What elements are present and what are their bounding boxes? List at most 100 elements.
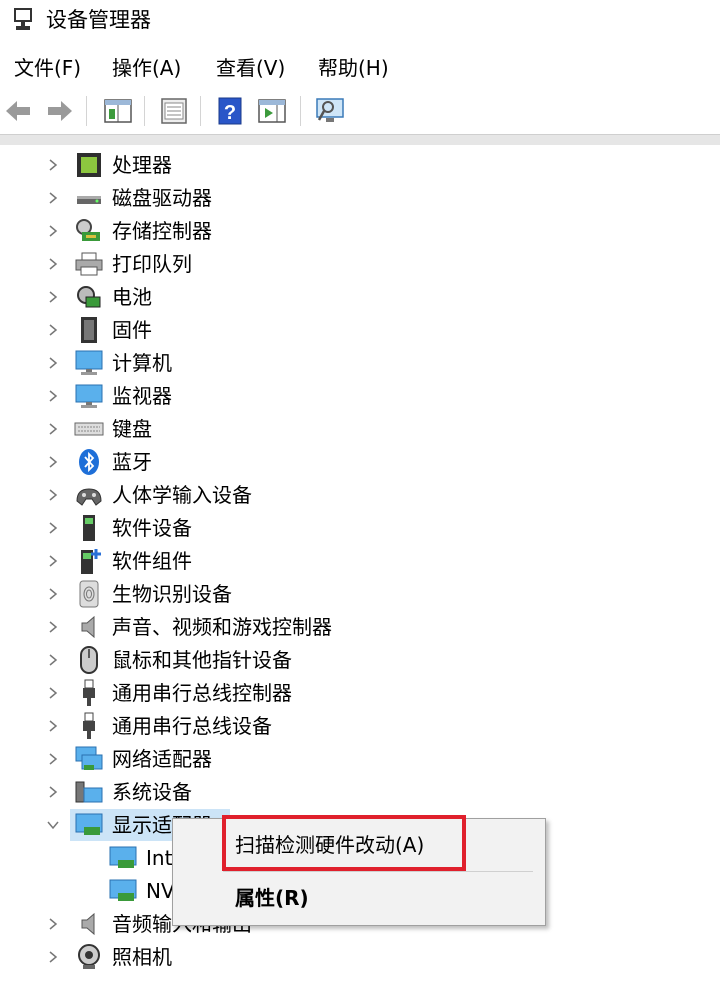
help-icon: ?	[218, 97, 242, 125]
chevron-right-icon[interactable]	[46, 749, 60, 769]
properties-button[interactable]	[158, 94, 190, 128]
tree-item-monitors[interactable]: 监视器	[0, 380, 720, 412]
chevron-right-icon[interactable]	[46, 155, 60, 175]
tree-item-network-adapters[interactable]: 网络适配器	[0, 743, 720, 775]
usb-icon	[83, 712, 95, 739]
chevron-right-icon[interactable]	[46, 518, 60, 538]
printer-icon	[75, 252, 103, 276]
toolbar-separator	[300, 96, 301, 126]
system-device-icon	[75, 781, 103, 803]
tree-item-mice[interactable]: 鼠标和其他指针设备	[0, 644, 720, 676]
tree-item-label: 磁盘驱动器	[112, 186, 212, 210]
tree-item-storage-controllers[interactable]: 存储控制器	[0, 215, 720, 247]
monitor-icon	[75, 384, 103, 408]
action-pane-button[interactable]	[256, 94, 288, 128]
tree-item-label: 监视器	[112, 384, 172, 408]
menu-action[interactable]: 操作(A)	[112, 52, 181, 84]
tree-item-label: 软件设备	[112, 516, 192, 540]
tree-item-hid[interactable]: 人体学输入设备	[0, 479, 720, 511]
tree-item-usb-controllers[interactable]: 通用串行总线控制器	[0, 677, 720, 709]
chevron-right-icon[interactable]	[46, 617, 60, 637]
tree-item-label: 生物识别设备	[112, 582, 232, 606]
chevron-right-icon[interactable]	[46, 419, 60, 439]
toolbar: ?	[0, 92, 720, 132]
tree-item-label: 计算机	[112, 351, 172, 375]
chevron-right-icon[interactable]	[46, 188, 60, 208]
toolbar-divider	[0, 134, 720, 145]
chevron-right-icon[interactable]	[46, 320, 60, 340]
display-adapter-icon	[109, 879, 137, 901]
tree-item-software-components[interactable]: 软件组件	[0, 545, 720, 577]
chevron-right-icon[interactable]	[46, 485, 60, 505]
battery-icon	[77, 286, 101, 308]
scan-hardware-button[interactable]	[314, 94, 346, 128]
toolbar-separator	[86, 96, 87, 126]
back-arrow-icon	[6, 101, 30, 121]
tree-item-keyboards[interactable]: 键盘	[0, 413, 720, 445]
software-component-icon	[81, 549, 101, 574]
speaker-icon	[81, 912, 95, 936]
tree-item-software-devices[interactable]: 软件设备	[0, 512, 720, 544]
tree-item-label: 声音、视频和游戏控制器	[112, 615, 332, 639]
help-button[interactable]: ?	[214, 94, 246, 128]
toolbar-separator	[200, 96, 201, 126]
display-adapter-icon	[75, 813, 103, 835]
tree-item-cameras[interactable]: 照相机	[0, 941, 720, 973]
tree-item-disk-drives[interactable]: 磁盘驱动器	[0, 182, 720, 214]
chevron-down-icon[interactable]	[46, 815, 60, 835]
chevron-right-icon[interactable]	[46, 584, 60, 604]
chevron-right-icon[interactable]	[46, 254, 60, 274]
chevron-right-icon[interactable]	[46, 683, 60, 703]
menu-view[interactable]: 查看(V)	[216, 52, 285, 84]
chevron-right-icon[interactable]	[46, 221, 60, 241]
chevron-right-icon[interactable]	[46, 650, 60, 670]
scan-hardware-icon	[316, 98, 344, 122]
tree-item-usb-devices[interactable]: 通用串行总线设备	[0, 710, 720, 742]
chevron-right-icon[interactable]	[46, 452, 60, 472]
properties-menu-item[interactable]: 属性(R)	[235, 883, 309, 913]
show-hide-console-tree-icon	[104, 99, 132, 123]
menu-file[interactable]: 文件(F)	[14, 52, 81, 84]
fingerprint-icon	[79, 580, 99, 608]
chevron-right-icon[interactable]	[46, 914, 60, 934]
tree-item-label: NV	[146, 879, 175, 903]
properties-sheet-icon	[161, 98, 187, 124]
chevron-right-icon[interactable]	[46, 947, 60, 967]
svg-text:?: ?	[224, 102, 236, 124]
processor-icon	[77, 153, 101, 177]
tree-item-sound-video-game[interactable]: 声音、视频和游戏控制器	[0, 611, 720, 643]
tree-item-system-devices[interactable]: 系统设备	[0, 776, 720, 808]
show-hide-tree-button[interactable]	[102, 94, 134, 128]
tree-item-label: 处理器	[112, 153, 172, 177]
context-menu-separator	[223, 871, 533, 872]
storage-controller-icon	[76, 219, 100, 241]
tree-item-label: 电池	[112, 285, 152, 309]
computer-icon	[75, 350, 103, 375]
chevron-right-icon[interactable]	[46, 353, 60, 373]
forward-button[interactable]	[44, 94, 76, 128]
menu-help[interactable]: 帮助(H)	[318, 52, 389, 84]
tree-item-bluetooth[interactable]: 蓝牙	[0, 446, 720, 478]
chevron-right-icon[interactable]	[46, 386, 60, 406]
chevron-right-icon[interactable]	[46, 287, 60, 307]
firmware-icon	[81, 317, 97, 343]
tree-item-label: 存储控制器	[112, 219, 212, 243]
window-title: 设备管理器	[46, 8, 151, 32]
tree-item-biometric[interactable]: 生物识别设备	[0, 578, 720, 610]
chevron-right-icon[interactable]	[46, 551, 60, 571]
tree-item-computer[interactable]: 计算机	[0, 347, 720, 379]
bluetooth-icon	[79, 449, 99, 475]
tree-item-batteries[interactable]: 电池	[0, 281, 720, 313]
tree-item-label: 固件	[112, 318, 152, 342]
tree-item-label: 通用串行总线控制器	[112, 681, 292, 705]
tree-item-label: 网络适配器	[112, 747, 212, 771]
tree-item-firmware[interactable]: 固件	[0, 314, 720, 346]
toolbar-separator	[144, 96, 145, 126]
tree-item-label: 照相机	[112, 945, 172, 969]
chevron-right-icon[interactable]	[46, 782, 60, 802]
tree-item-print-queues[interactable]: 打印队列	[0, 248, 720, 280]
back-button[interactable]	[2, 94, 34, 128]
tree-item-processor[interactable]: 处理器	[0, 149, 720, 181]
hid-icon	[76, 488, 102, 506]
chevron-right-icon[interactable]	[46, 716, 60, 736]
